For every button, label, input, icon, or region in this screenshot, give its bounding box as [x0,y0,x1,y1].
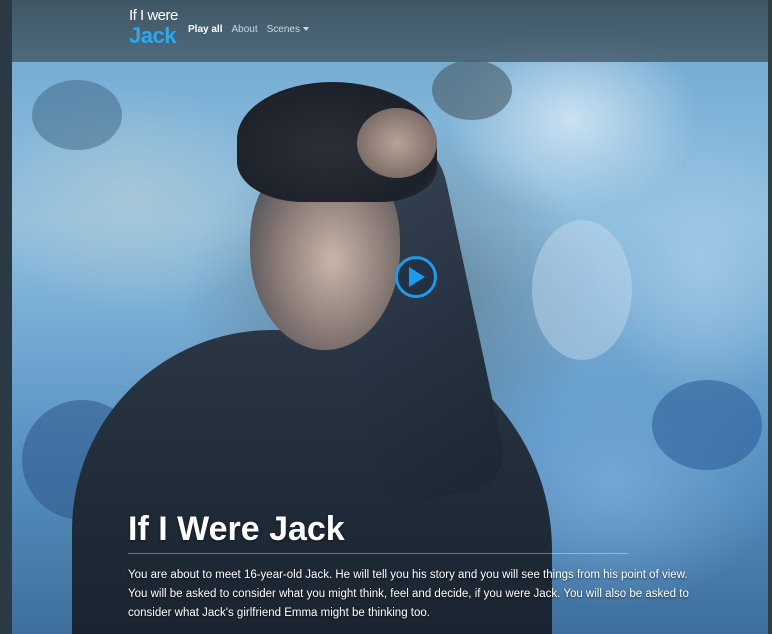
page-left-edge [0,0,12,634]
hero-section: If I were Jack Play all About Scenes If … [12,0,768,634]
play-video-button[interactable] [395,256,437,298]
title-divider [128,553,628,554]
person-hand [357,108,437,178]
background-splat [652,380,762,470]
background-splat [32,80,122,150]
nav-play-all[interactable]: Play all [188,24,222,35]
site-logo[interactable]: If I were Jack [129,8,189,52]
nav-about[interactable]: About [231,24,257,35]
background-splat [532,220,632,360]
hero-title: If I Were Jack [128,510,345,548]
nav-scenes-dropdown[interactable]: Scenes [267,24,309,35]
top-navbar: If I were Jack Play all About Scenes [12,0,768,62]
nav-scenes-label: Scenes [266,24,300,35]
play-icon [409,267,425,287]
logo-text-bottom: Jack [129,23,176,48]
background-splat [432,60,512,120]
logo-text-top: If I were [129,7,178,24]
caret-down-icon [302,27,309,32]
hero-description: You are about to meet 16-year-old Jack. … [128,569,689,619]
main-nav: Play all About Scenes [188,24,309,35]
